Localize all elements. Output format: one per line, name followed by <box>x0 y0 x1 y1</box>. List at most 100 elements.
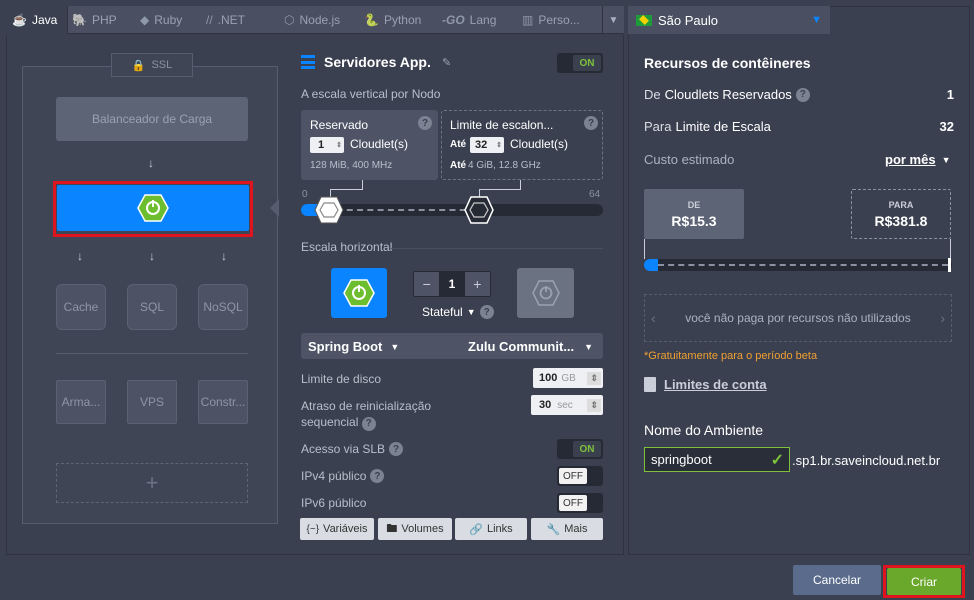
node-count[interactable]: 1 <box>439 272 465 296</box>
tab-dotnet[interactable]: //.NET <box>206 6 245 34</box>
vps-node[interactable]: VPS <box>127 380 177 424</box>
brazil-flag-icon <box>636 14 652 26</box>
storage-node[interactable]: Arma... <box>56 380 106 424</box>
ipv6-label: IPv6 público <box>301 496 367 510</box>
resources-title: Recursos de contêineres <box>644 55 811 71</box>
chevron-right-icon[interactable]: › <box>940 310 945 326</box>
load-balancer-button[interactable]: Balanceador de Carga <box>56 97 248 141</box>
custom-icon: ▥ <box>522 13 534 27</box>
node-type-button[interactable] <box>331 268 387 318</box>
minus-button[interactable]: − <box>414 272 440 296</box>
ipv6-toggle[interactable]: OFF <box>557 493 603 513</box>
plus-button[interactable]: + <box>464 272 490 296</box>
help-icon[interactable]: ? <box>584 116 598 130</box>
help-icon[interactable]: ? <box>361 417 376 431</box>
vertical-scaling-label: A escala vertical por Nodo <box>301 87 441 101</box>
reserved-cloudlets-value: 1 <box>946 87 954 102</box>
ruby-icon: ◆ <box>140 13 150 27</box>
tab-go[interactable]: -GO Lang <box>442 6 496 34</box>
reserved-cloudlets-stepper[interactable]: 1 ⇕ <box>310 137 344 153</box>
create-button[interactable]: Criar <box>887 568 961 595</box>
dotnet-icon: // <box>206 13 213 27</box>
nosql-node[interactable]: NoSQL <box>198 284 248 330</box>
cancel-button[interactable]: Cancelar <box>793 565 881 595</box>
stepper-arrows-icon: ⇕ <box>587 398 601 412</box>
tab-custom[interactable]: ▥ Perso... <box>522 6 580 34</box>
account-limits-link[interactable]: Limites de conta <box>644 377 767 392</box>
engine-tabs: ☕ Java 🐘 PHP ◆ Ruby //.NET ⬡ Node.js 🐍 Python… <box>6 6 624 34</box>
help-icon[interactable]: ? <box>795 87 810 102</box>
folder-icon: 🖿 <box>386 522 398 535</box>
beta-free-note: *Gratuitamente para o período beta <box>644 350 818 362</box>
sql-node[interactable]: SQL <box>127 284 177 330</box>
server-toggle[interactable]: ON <box>557 53 603 73</box>
go-icon: -GO <box>442 13 465 27</box>
slb-access-label: Acesso via SLB? <box>301 442 404 456</box>
limit-slider-handle[interactable] <box>464 196 494 224</box>
add-node-button[interactable]: + <box>56 463 248 503</box>
tab-java[interactable]: ☕ Java <box>6 6 68 34</box>
env-name-input[interactable]: springboot ✓ <box>644 447 790 472</box>
region-dropdown[interactable]: São Paulo ▼ <box>628 6 830 34</box>
arrow-down-icon: ↓ <box>148 156 154 170</box>
stepper-arrows-icon: ⇕ <box>587 371 601 385</box>
horizontal-scaling-label: Escala horizontal <box>301 240 393 254</box>
add-layer-button[interactable] <box>517 268 574 318</box>
pointer-arrow <box>270 199 279 217</box>
limit-prefix: Até <box>450 139 467 150</box>
more-button[interactable]: 🔧 Mais <box>531 518 603 540</box>
connector-line <box>330 189 363 190</box>
tab-php[interactable]: 🐘 PHP <box>72 6 117 34</box>
more-tabs-chevron-icon[interactable]: ▼ <box>602 6 624 34</box>
arrow-down-icon: ↓ <box>77 249 83 263</box>
tab-nodejs[interactable]: ⬡ Node.js <box>284 6 340 34</box>
restart-delay-input[interactable]: 30 sec ⇕ <box>531 395 603 415</box>
stepper-arrows-icon: ⇕ <box>496 142 502 149</box>
app-server-node[interactable] <box>57 185 249 231</box>
slb-toggle[interactable]: ON <box>557 439 603 459</box>
help-icon[interactable]: ? <box>370 469 385 483</box>
limit-desc-prefix: Até <box>450 160 467 171</box>
connector-line <box>479 189 521 190</box>
cost-period-dropdown[interactable]: por mês ▼ <box>885 152 951 167</box>
help-icon[interactable]: ? <box>479 305 494 319</box>
tab-ruby[interactable]: ◆ Ruby <box>140 6 182 34</box>
help-icon[interactable]: ? <box>418 116 432 130</box>
unused-resources-note: ‹ você não paga por recursos não utiliza… <box>644 294 952 342</box>
stateful-dropdown[interactable]: Stateful ▼? <box>422 305 494 319</box>
cost-to-box: PARA R$381.8 <box>851 189 951 239</box>
tab-python[interactable]: 🐍 Python <box>364 6 421 34</box>
reserved-slider-handle[interactable] <box>314 196 344 224</box>
chevron-down-icon: ▼ <box>941 154 951 165</box>
ipv4-toggle[interactable]: OFF <box>557 466 603 486</box>
help-icon[interactable]: ? <box>389 442 404 456</box>
document-icon <box>644 377 656 392</box>
power-icon <box>531 280 560 306</box>
limit-desc: 4 GiB, 12.8 GHz <box>468 160 541 171</box>
version-dropdown[interactable]: Zulu Communit... ▼ <box>468 339 593 354</box>
spring-boot-power-icon <box>137 194 169 222</box>
reserved-desc: 128 MiB, 400 MHz <box>310 160 393 171</box>
chevron-left-icon[interactable]: ‹ <box>651 310 656 326</box>
nodejs-icon: ⬡ <box>284 13 295 27</box>
reserved-title: Reservado <box>310 118 369 132</box>
cache-node[interactable]: Cache <box>56 284 106 330</box>
estimated-cost-label: Custo estimado <box>644 152 735 167</box>
arrow-down-icon: ↓ <box>149 249 155 263</box>
ssl-button[interactable]: 🔒 SSL <box>111 53 193 77</box>
volumes-button[interactable]: 🖿 Volumes <box>378 518 452 540</box>
cost-bar-end <box>948 258 951 272</box>
reserved-unit: Cloudlet(s) <box>350 137 409 151</box>
spring-boot-power-icon <box>343 279 375 307</box>
links-button[interactable]: 🔗 Links <box>455 518 527 540</box>
edit-pencil-icon[interactable]: ✎ <box>442 56 451 69</box>
python-icon: 🐍 <box>364 13 379 27</box>
stepper-arrows-icon: ⇕ <box>336 142 342 149</box>
limit-title: Limite de escalon... <box>450 118 554 132</box>
limit-cloudlets-stepper[interactable]: 32 ⇕ <box>470 137 504 153</box>
disk-limit-input[interactable]: 100 GB ⇕ <box>533 368 603 388</box>
build-node[interactable]: Constr... <box>198 380 248 424</box>
stack-dropdown[interactable]: Spring Boot ▼ <box>308 339 399 354</box>
variables-button[interactable]: {~} Variáveis <box>300 518 374 540</box>
scale-limit-value: 32 <box>939 119 954 134</box>
